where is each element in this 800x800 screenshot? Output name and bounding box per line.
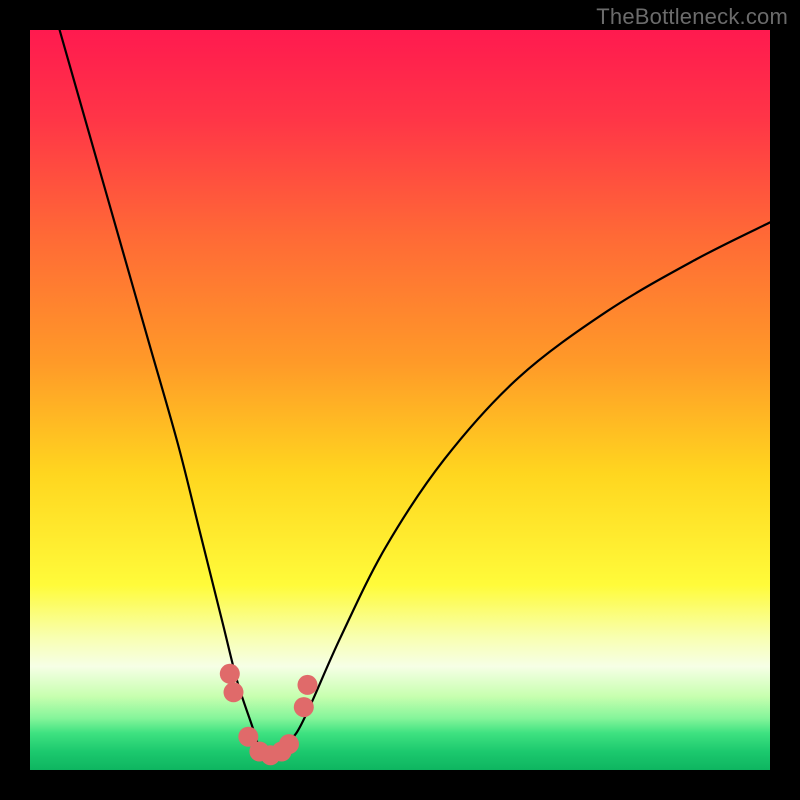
- bead-markers: [30, 30, 770, 770]
- outer-frame: TheBottleneck.com: [0, 0, 800, 800]
- plot-area: [30, 30, 770, 770]
- bead-point: [294, 697, 314, 717]
- bead-point: [220, 664, 240, 684]
- watermark-text: TheBottleneck.com: [596, 4, 788, 30]
- bead-point: [224, 682, 244, 702]
- bead-point: [279, 734, 299, 754]
- bead-point: [298, 675, 318, 695]
